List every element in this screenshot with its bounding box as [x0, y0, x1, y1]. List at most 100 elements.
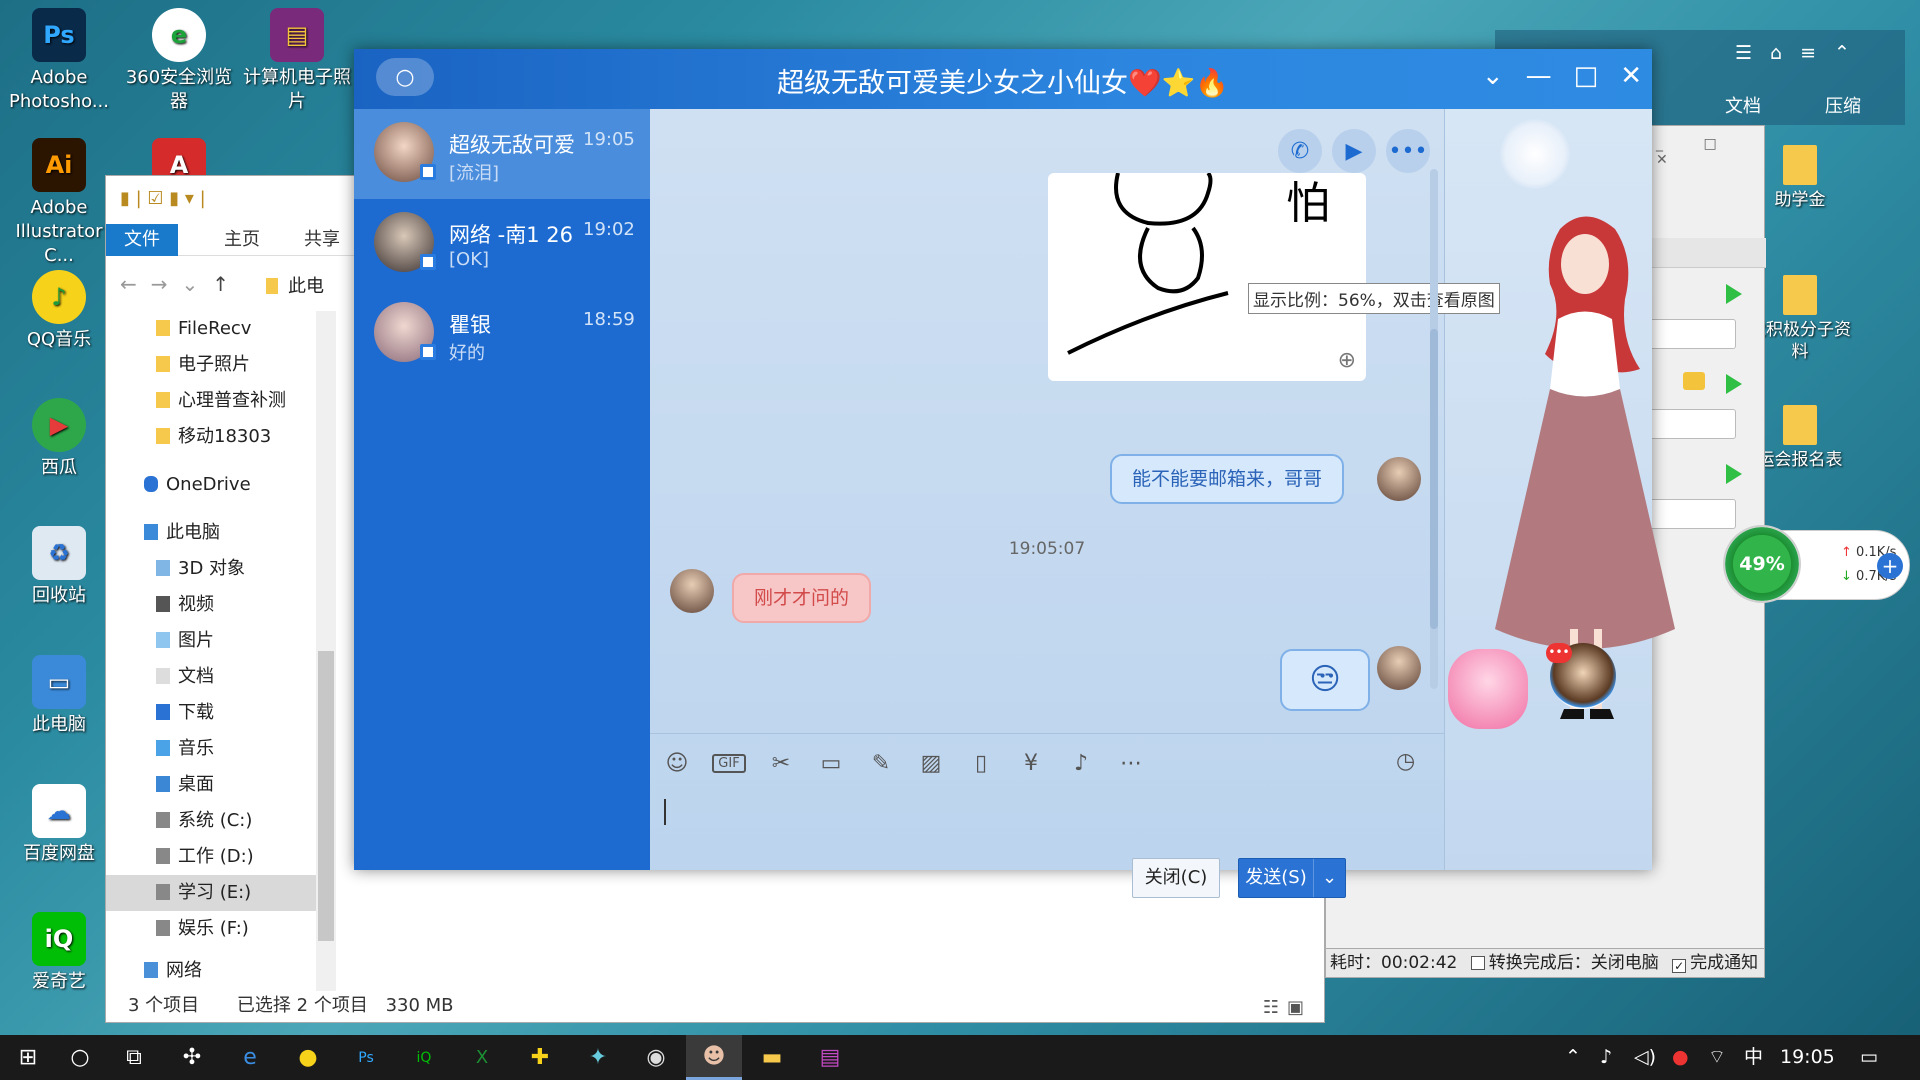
qq-tray-icon[interactable]: ●: [1672, 1035, 1689, 1080]
file-explorer-icon[interactable]: ▬: [744, 1035, 800, 1080]
file-icon[interactable]: ▭: [816, 751, 846, 776]
tree-item-drive-c[interactable]: 系统 (C:): [106, 803, 316, 839]
address-bar[interactable]: 此电: [266, 272, 324, 298]
scrollbar-thumb[interactable]: [1430, 329, 1438, 629]
network-speed-widget[interactable]: 49% ↑ 0.1K/s ↓ 0.7K/s +: [1723, 525, 1910, 603]
winrar-icon[interactable]: ▤: [802, 1035, 858, 1080]
colorful-app-icon[interactable]: ✦: [570, 1035, 626, 1080]
shutdown-checkbox[interactable]: [1470, 956, 1485, 970]
contact-avatar[interactable]: [670, 569, 714, 613]
tab-compress[interactable]: 压缩: [1825, 92, 1861, 118]
conversation-item[interactable]: 瞿银 18:59 好的: [354, 289, 650, 379]
notify-checkbox[interactable]: ✓: [1672, 959, 1687, 973]
image-icon[interactable]: ▨: [916, 751, 946, 776]
panda-app-icon[interactable]: ◉: [628, 1035, 684, 1080]
minimize-icon[interactable]: —: [1526, 61, 1552, 91]
quick-access-toolbar[interactable]: ▮ | ☑ ▮ ▾ |: [120, 188, 206, 209]
desktop-icon-360-browser[interactable]: e 360安全浏览器: [120, 8, 238, 114]
desktop-icon-this-pc[interactable]: ▭ 此电脑: [0, 655, 118, 737]
play-icon[interactable]: [1726, 464, 1742, 484]
maximize-icon[interactable]: □: [1574, 61, 1599, 91]
tab-documents[interactable]: 文档: [1725, 92, 1761, 118]
view-toggle-icons[interactable]: ☷▣: [1263, 997, 1312, 1018]
play-icon[interactable]: [1726, 284, 1742, 304]
more-tools-icon[interactable]: ⋯: [1116, 751, 1146, 776]
scrollbar-thumb[interactable]: [318, 651, 334, 941]
phone-call-icon[interactable]: ✆: [1278, 129, 1322, 173]
show-hidden-icons[interactable]: ⌃: [1565, 1035, 1581, 1080]
tree-item-filerecv[interactable]: FileRecv: [106, 311, 316, 347]
red-packet-icon[interactable]: ¥: [1016, 751, 1046, 776]
pinwheel-app-icon[interactable]: ✣: [164, 1035, 220, 1080]
tree-item-3d-objects[interactable]: 3D 对象: [106, 551, 316, 587]
qq-chat-taskbar-icon[interactable]: ☻: [686, 1035, 742, 1080]
tree-item-survey[interactable]: 心理普查补测: [106, 383, 316, 419]
tree-item-mobile[interactable]: 移动18303: [106, 419, 316, 455]
desktop-icon-qqmusic[interactable]: ♪ QQ音乐: [0, 270, 118, 352]
chevron-down-icon[interactable]: ⌄: [1313, 859, 1345, 897]
tab-file[interactable]: 文件: [106, 224, 178, 256]
close-icon[interactable]: ✕: [1620, 61, 1642, 91]
screenshot-icon[interactable]: ✂: [766, 751, 796, 776]
desktop-icon-illustrator[interactable]: Ai Adobe Illustrator C...: [0, 138, 118, 268]
close-button[interactable]: 关闭(C): [1132, 858, 1220, 898]
360-icon[interactable]: ✚: [512, 1035, 568, 1080]
conversation-item[interactable]: 网络 -南1 26 19:02 [OK]: [354, 199, 650, 289]
edge-icon[interactable]: e: [222, 1035, 278, 1080]
shake-icon[interactable]: ▯: [966, 751, 996, 776]
action-center-icon[interactable]: ▭: [1860, 1035, 1878, 1080]
conversation-item[interactable]: 超级无敌可爱 19:05 [流泪]: [354, 109, 650, 199]
windows-start-icon[interactable]: ⊞: [0, 1035, 56, 1080]
tree-item-drive-e[interactable]: 学习 (E:): [106, 875, 316, 911]
nav-buttons[interactable]: ←→⌄↑: [120, 272, 243, 296]
tree-item-desktop[interactable]: 桌面: [106, 767, 316, 803]
qq-music-icon[interactable]: ●: [280, 1035, 336, 1080]
send-button[interactable]: 发送(S) ⌄: [1238, 858, 1346, 898]
gif-icon[interactable]: GIF: [712, 753, 746, 773]
tree-item-drive-f[interactable]: 娱乐 (F:): [106, 911, 316, 947]
desktop-icon-baidu-netdisk[interactable]: ☁ 百度网盘: [0, 784, 118, 866]
plus-icon[interactable]: +: [1877, 553, 1903, 579]
my-avatar[interactable]: [1377, 457, 1421, 501]
my-avatar[interactable]: [1377, 646, 1421, 690]
tree-item-network[interactable]: 网络: [106, 953, 316, 989]
photoshop-icon[interactable]: Ps: [338, 1035, 394, 1080]
zoom-icon[interactable]: ⊕: [1338, 348, 1356, 373]
tree-item-downloads[interactable]: 下载: [106, 695, 316, 731]
play-icon[interactable]: [1726, 374, 1742, 394]
emoji-icon[interactable]: ☺: [662, 751, 692, 776]
tree-item-photos[interactable]: 电子照片: [106, 347, 316, 383]
message-input[interactable]: [650, 789, 1444, 849]
search-icon[interactable]: ○: [52, 1035, 108, 1080]
history-clock-icon[interactable]: ◷: [1396, 749, 1415, 774]
ime-indicator[interactable]: 中: [1744, 1035, 1763, 1080]
doodle-icon[interactable]: ✎: [866, 751, 896, 776]
converter-window-controls[interactable]: _ □ ✕: [1656, 136, 1764, 168]
more-icon[interactable]: •••: [1386, 129, 1430, 173]
notification-bell-icon[interactable]: ♪: [1600, 1035, 1612, 1080]
tab-home[interactable]: 主页: [206, 224, 278, 256]
desktop-icon-photoshop[interactable]: Ps Adobe Photosho...: [0, 8, 118, 114]
tree-scrollbar[interactable]: [316, 311, 336, 991]
volume-icon[interactable]: ◁): [1634, 1035, 1656, 1080]
dropdown-icon[interactable]: ⌄: [1482, 61, 1504, 91]
video-call-icon[interactable]: ▶: [1332, 129, 1376, 173]
tree-item-documents[interactable]: 文档: [106, 659, 316, 695]
tree-item-music[interactable]: 音乐: [106, 731, 316, 767]
desktop-icon-photos-folder[interactable]: ▤ 计算机电子照片: [238, 8, 356, 114]
music-share-icon[interactable]: ♪: [1066, 751, 1096, 776]
tree-item-pictures[interactable]: 图片: [106, 623, 316, 659]
tab-share[interactable]: 共享: [286, 224, 358, 256]
task-view-icon[interactable]: ⧉: [106, 1035, 162, 1080]
desktop-icon-iqiyi[interactable]: iQ 爱奇艺: [0, 912, 118, 994]
folder-icon[interactable]: [1683, 372, 1705, 390]
wifi-icon[interactable]: ⌔: [1708, 1035, 1726, 1080]
desktop-icon-recycle-bin[interactable]: ♻ 回收站: [0, 526, 118, 608]
tree-item-onedrive[interactable]: OneDrive: [106, 467, 316, 503]
tree-item-this-pc[interactable]: 此电脑: [106, 515, 316, 551]
clock[interactable]: 19:05: [1780, 1035, 1835, 1080]
image-message[interactable]: 怕 ⊕: [1048, 173, 1366, 381]
desktop-icon-xigua[interactable]: ▶ 西瓜: [0, 398, 118, 480]
tree-item-drive-d[interactable]: 工作 (D:): [106, 839, 316, 875]
tree-item-videos[interactable]: 视频: [106, 587, 316, 623]
